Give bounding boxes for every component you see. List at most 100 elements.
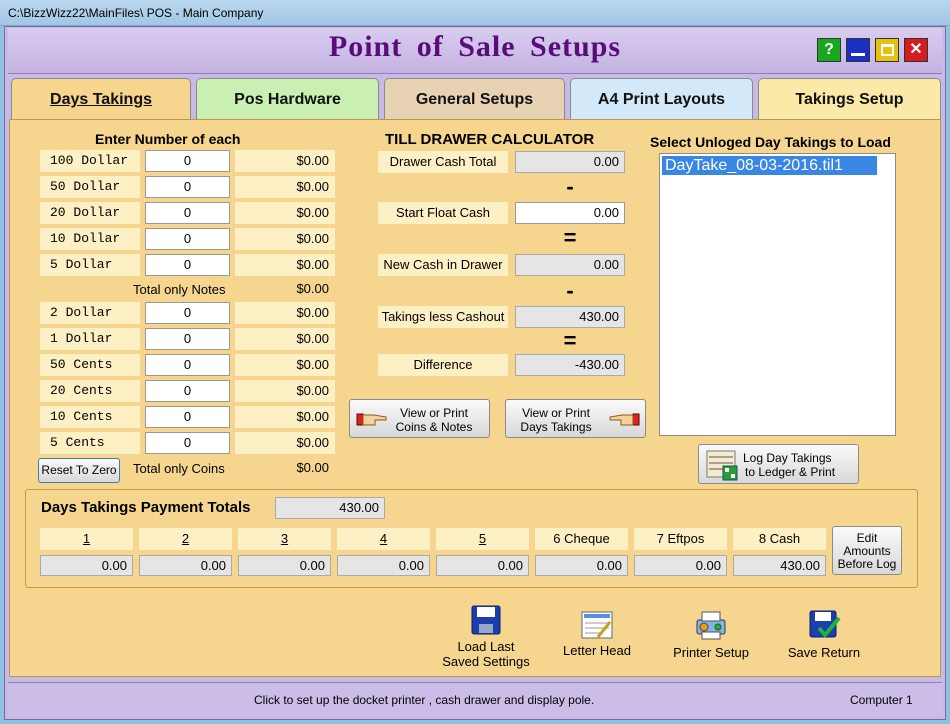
tab-label: General Setups	[415, 91, 534, 108]
payment-col-4-value[interactable]: 0.00	[337, 555, 430, 576]
payment-totals-header: Days Takings Payment Totals	[41, 499, 251, 516]
help-icon: ?	[824, 41, 834, 58]
pointing-hand-left-icon	[609, 413, 640, 426]
pointing-hand-right-icon	[356, 413, 387, 426]
payment-col-1-label[interactable]: 1	[40, 528, 133, 550]
payment-col-2-label[interactable]: 2	[139, 528, 232, 550]
page-title: Point of Sale Setups	[328, 30, 622, 63]
tab-general-setups[interactable]: General Setups	[384, 78, 565, 120]
load-last-settings-button[interactable]: Load Last Saved Settings	[440, 604, 532, 669]
count-input-5-dollar[interactable]: 0	[145, 254, 230, 276]
floppy-disk-icon	[471, 605, 501, 635]
unlogged-takings-list[interactable]	[659, 153, 896, 436]
payment-col-eftpos-label: 7 Eftpos	[634, 528, 727, 550]
close-button[interactable]: ✕	[904, 38, 928, 62]
edit-amounts-button[interactable]: Edit Amounts Before Log	[832, 526, 902, 575]
label-line: Log Day Takings	[743, 451, 832, 465]
label-line: Amounts	[843, 544, 891, 558]
letter-head-button[interactable]: Letter Head	[556, 610, 638, 658]
payment-col-5-value[interactable]: 0.00	[436, 555, 529, 576]
computer-name: Computer 1	[850, 693, 913, 707]
window-title: C:\BizzWizz22\MainFiles\ POS - Main Comp…	[8, 6, 264, 20]
maximize-button[interactable]	[875, 38, 899, 62]
printer-gear-icon	[696, 611, 726, 640]
button-label: Log Day Takings to Ledger & Print	[743, 451, 853, 479]
minus-sign: -	[566, 174, 574, 199]
label-line: Before Log	[837, 557, 897, 571]
printer-setup-button[interactable]: Printer Setup	[668, 608, 754, 660]
coins-total-label: Total only Coins	[133, 461, 225, 476]
count-input-20-cents[interactable]: 0	[145, 380, 230, 402]
unlogged-header: Select Unloged Day Takings to Load	[650, 134, 891, 150]
amount-value: $0.00	[235, 354, 335, 376]
notes-total-value: $0.00	[296, 281, 329, 296]
difference-label: Difference	[378, 354, 508, 376]
count-input-10-dollar[interactable]: 0	[145, 228, 230, 250]
takings-less-cashout-field[interactable]: 430.00	[515, 306, 625, 328]
payment-col-3-label[interactable]: 3	[238, 528, 331, 550]
label-line: Edit	[856, 531, 878, 545]
count-input-100-dollar[interactable]: 0	[145, 150, 230, 172]
help-button[interactable]: ?	[817, 38, 841, 62]
count-input-5-cents[interactable]: 0	[145, 432, 230, 454]
payment-col-1-value[interactable]: 0.00	[40, 555, 133, 576]
tab-a4-print-layouts[interactable]: A4 Print Layouts	[570, 78, 753, 120]
list-item[interactable]: DayTake_08-03-2016.til1	[662, 156, 877, 175]
denom-label: 20 Cents	[40, 380, 140, 402]
tab-label: Takings Setup	[795, 91, 904, 108]
reset-to-zero-button[interactable]: Reset To Zero	[38, 458, 120, 483]
tab-days-takings[interactable]: Days Takings	[11, 78, 191, 122]
coins-total-value: $0.00	[296, 460, 329, 475]
save-check-icon	[809, 610, 841, 639]
count-input-50-dollar[interactable]: 0	[145, 176, 230, 198]
start-float-cash-input[interactable]: 0.00	[515, 202, 625, 224]
payment-col-3-value[interactable]: 0.00	[238, 555, 331, 576]
denom-label: 20 Dollar	[40, 202, 140, 224]
payment-col-cash-value[interactable]: 430.00	[733, 555, 826, 576]
label-line: Coins & Notes	[395, 420, 473, 434]
count-input-50-cents[interactable]: 0	[145, 354, 230, 376]
label-line: Load Last	[457, 639, 515, 654]
difference-field[interactable]: -430.00	[515, 354, 625, 376]
amount-value: $0.00	[235, 380, 335, 402]
amount-value: $0.00	[235, 228, 335, 250]
denom-label: 10 Dollar	[40, 228, 140, 250]
button-label: Save Return	[787, 645, 861, 660]
count-input-10-cents[interactable]: 0	[145, 406, 230, 428]
save-return-button[interactable]: Save Return	[784, 608, 864, 660]
view-print-coins-notes-button[interactable]: View or Print Coins & Notes	[349, 399, 490, 438]
new-cash-in-drawer-field[interactable]: 0.00	[515, 254, 625, 276]
payment-col-eftpos-value[interactable]: 0.00	[634, 555, 727, 576]
button-label: View or Print Coins & Notes	[394, 406, 474, 434]
amount-value: $0.00	[235, 254, 335, 276]
payment-total-field[interactable]: 430.00	[275, 497, 385, 519]
payment-col-5-label[interactable]: 5	[436, 528, 529, 550]
drawer-cash-total-field[interactable]: 0.00	[515, 151, 625, 173]
payment-col-cheque-value[interactable]: 0.00	[535, 555, 628, 576]
payment-col-2-value[interactable]: 0.00	[139, 555, 232, 576]
equals-sign: =	[563, 328, 577, 353]
button-label: Load Last Saved Settings	[440, 639, 532, 669]
denom-label: 5 Cents	[40, 432, 140, 454]
count-input-2-dollar[interactable]: 0	[145, 302, 230, 324]
label-line: View or Print	[522, 406, 590, 420]
takings-less-cashout-label: Takings less Cashout	[378, 306, 508, 328]
window-titlebar[interactable]: C:\BizzWizz22\MainFiles\ POS - Main Comp…	[0, 0, 950, 26]
tab-label: Pos Hardware	[234, 91, 341, 108]
button-label: Printer Setup	[673, 645, 749, 660]
count-input-1-dollar[interactable]: 0	[145, 328, 230, 350]
amount-value: $0.00	[235, 302, 335, 324]
denom-label: 100 Dollar	[40, 150, 140, 172]
amount-value: $0.00	[235, 176, 335, 198]
label-line: View or Print	[400, 406, 468, 420]
tab-takings-setup[interactable]: Takings Setup	[758, 78, 941, 120]
count-input-20-dollar[interactable]: 0	[145, 202, 230, 224]
tab-pos-hardware[interactable]: Pos Hardware	[196, 78, 379, 120]
view-print-days-takings-button[interactable]: View or Print Days Takings	[505, 399, 646, 438]
payment-col-4-label[interactable]: 4	[337, 528, 430, 550]
minimize-button[interactable]	[846, 38, 870, 62]
minimize-icon	[851, 53, 865, 56]
log-day-takings-button[interactable]: Log Day Takings to Ledger & Print	[698, 444, 859, 484]
close-icon: ✕	[909, 41, 923, 58]
tab-label: A4 Print Layouts	[597, 91, 726, 108]
